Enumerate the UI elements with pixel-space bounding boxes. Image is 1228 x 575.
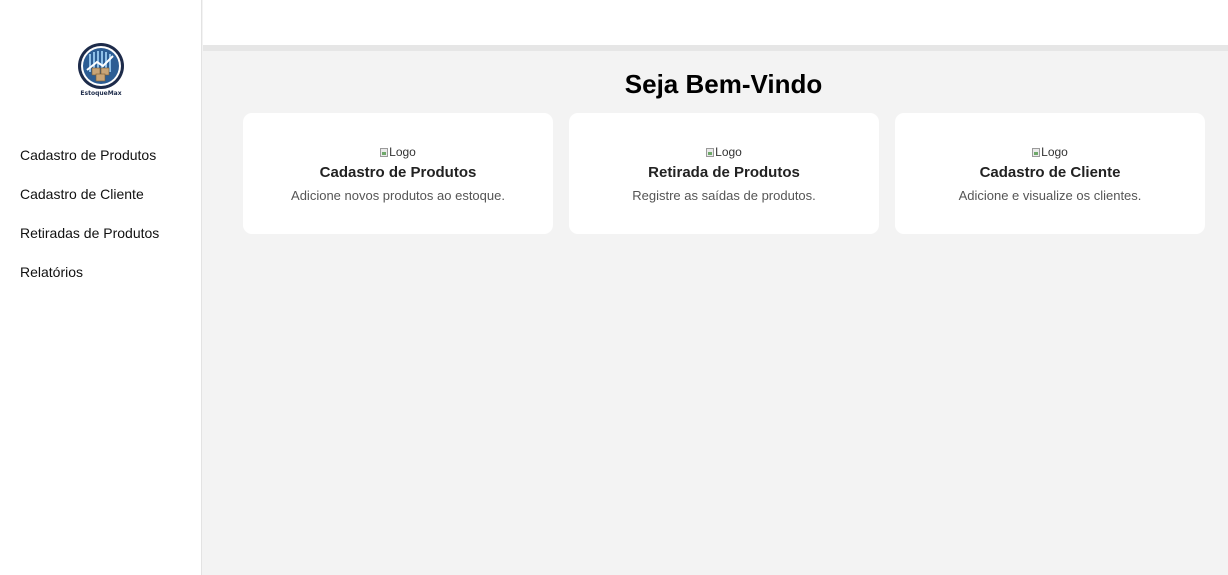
card-image: Logo <box>1032 145 1068 159</box>
card-title: Retirada de Produtos <box>648 163 800 181</box>
sidebar-item-cadastro-produtos[interactable]: Cadastro de Produtos <box>20 146 159 164</box>
card-image-alt: Logo <box>715 145 742 159</box>
top-bar <box>203 0 1228 51</box>
card-cadastro-cliente[interactable]: Logo Cadastro de Cliente Adicione e visu… <box>895 113 1205 234</box>
sidebar-item-cadastro-cliente[interactable]: Cadastro de Cliente <box>20 185 159 203</box>
sidebar: EstoqueMax Cadastro de Produtos Cadastro… <box>0 0 202 575</box>
page-title: Seja Bem-Vindo <box>624 69 823 99</box>
card-image-alt: Logo <box>389 145 416 159</box>
card-cadastro-produtos[interactable]: Logo Cadastro de Produtos Adicione novos… <box>243 113 553 234</box>
sidebar-item-relatorios[interactable]: Relatórios <box>20 263 159 281</box>
brand-name: EstoqueMax <box>80 90 122 97</box>
sidebar-item-retiradas-produtos[interactable]: Retiradas de Produtos <box>20 224 159 242</box>
card-title: Cadastro de Cliente <box>979 163 1121 181</box>
card-image: Logo <box>706 145 742 159</box>
card-description: Registre as saídas de produtos. <box>632 187 816 203</box>
card-retirada-produtos[interactable]: Logo Retirada de Produtos Registre as sa… <box>569 113 879 234</box>
broken-image-icon <box>706 147 715 157</box>
card-title: Cadastro de Produtos <box>319 163 477 181</box>
card-description: Adicione e visualize os clientes. <box>958 187 1142 203</box>
brand-logo[interactable]: EstoqueMax <box>0 42 202 97</box>
card-image-alt: Logo <box>1041 145 1068 159</box>
card-image: Logo <box>380 145 416 159</box>
card-description: Adicione novos produtos ao estoque. <box>291 187 505 203</box>
main-content: Seja Bem-Vindo Logo Cadastro de Produtos… <box>203 51 1228 575</box>
broken-image-icon <box>380 147 389 157</box>
broken-image-icon <box>1032 147 1041 157</box>
warehouse-boxes-logo-icon <box>78 43 124 89</box>
sidebar-nav: Cadastro de Produtos Cadastro de Cliente… <box>20 146 159 302</box>
